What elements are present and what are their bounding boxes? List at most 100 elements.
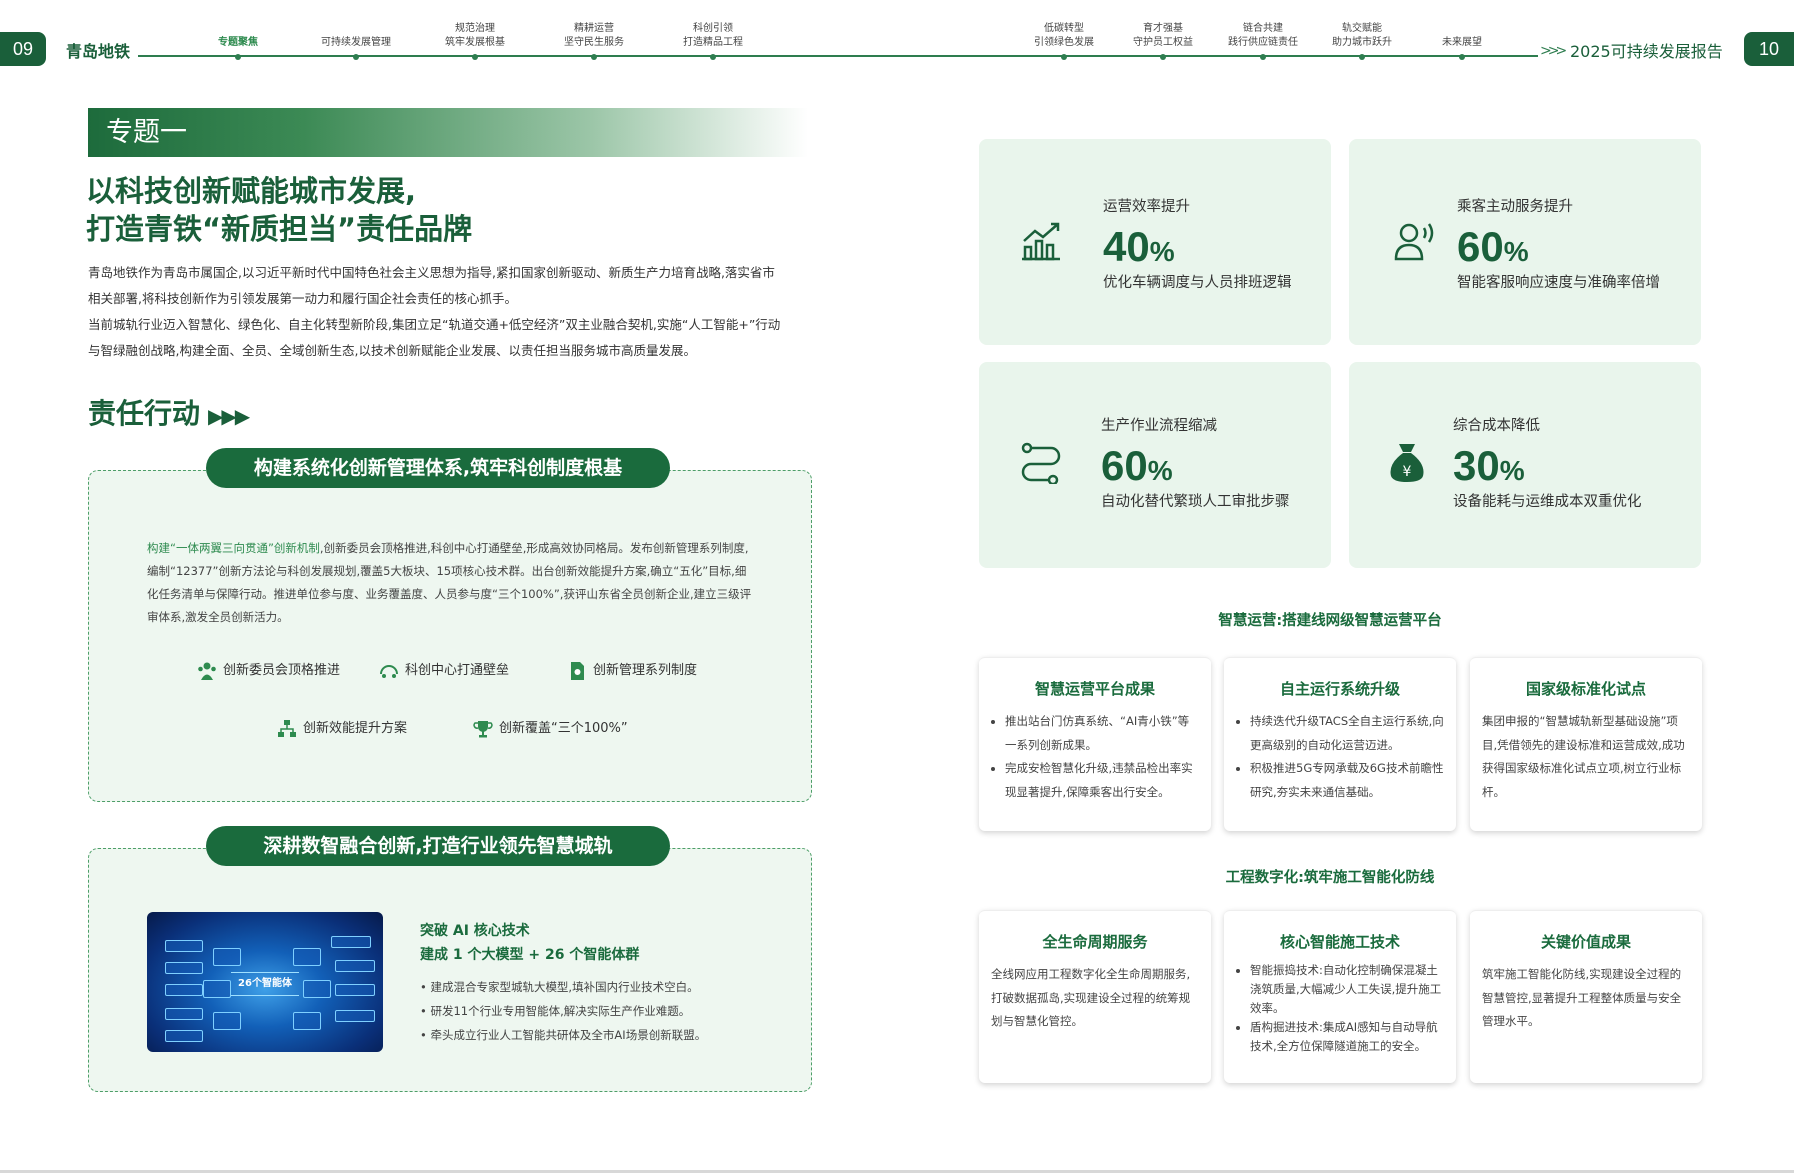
intro-line: 与智绿融创战略,构建全面、全员、全域创新生态,以技术创新赋能企业发展、以责任担当… <box>88 343 696 358</box>
nav-item-line1: 精耕运营 <box>574 23 614 34</box>
image-node <box>331 936 371 948</box>
stat-label: 生产作业流程缩减 <box>1101 418 1217 434</box>
panel1-pill-title: 构建系统化创新管理体系,筑牢科创制度根基 <box>206 448 670 488</box>
stat-unit: % <box>1147 455 1173 486</box>
nav-item-line2: 可持续发展管理 <box>321 37 391 48</box>
nav-item[interactable]: 可持续发展管理 <box>296 22 416 60</box>
brand-right: 2025可持续发展报告 <box>1570 42 1723 61</box>
stat-unit: % <box>1499 455 1525 486</box>
chevron-right-icon: >>> <box>1540 43 1567 59</box>
stat-card-cost: ¥ 综合成本降低 30% 设备能耗与运维成本双重优化 <box>1349 362 1701 568</box>
card-title: 全生命周期服务 <box>1042 933 1148 951</box>
stat-card-service: 乘客主动服务提升 60% 智能客服响应速度与准确率倍增 <box>1349 139 1701 345</box>
feature-label: 创新委员会顶格推进 <box>223 663 341 678</box>
section-heading-action: 责任行动 ▶▶▶ <box>88 392 250 432</box>
brand-left: 青岛地铁 <box>66 42 131 61</box>
card-body: 智能振捣技术:自动化控制确保混凝土浇筑质量,大幅减少人工失误,提升施工效率。 盾… <box>1236 961 1444 1056</box>
stat-number: 60 <box>1101 442 1148 489</box>
card-body: 全线网应用工程数字化全生命周期服务,打破数据孤岛,实现建设全过程的统筹规划与智慧… <box>991 967 1191 1028</box>
feature-label: 创新效能提升方案 <box>303 721 408 736</box>
stat-label: 综合成本降低 <box>1453 418 1540 434</box>
nav-dot <box>472 54 478 60</box>
nav-item[interactable]: 专题聚焦 <box>178 22 298 60</box>
card-item: 积极推进5G专网承载及6G技术前瞻性研究,夯实未来通信基础。 <box>1250 757 1444 804</box>
nav-dot <box>1061 54 1067 60</box>
svg-text:¥: ¥ <box>1403 464 1412 480</box>
stat-value: 40% <box>1103 223 1175 271</box>
triple-arrow-icon: ▶▶▶ <box>208 404 250 428</box>
topic-banner: 专题一 <box>88 108 808 157</box>
nav-item-line1: 规范治理 <box>455 23 495 34</box>
section2-title: 工程数字化:筑牢施工智能化防线 <box>1225 870 1435 886</box>
panel2-pill-title: 深耕数智融合创新,打造行业领先智慧城轨 <box>206 826 670 866</box>
nav-dot <box>710 54 716 60</box>
stat-desc: 智能客服响应速度与准确率倍增 <box>1457 275 1660 291</box>
stat-value: 60% <box>1101 442 1173 490</box>
image-node <box>165 962 203 974</box>
card-smart-construction: 核心智能施工技术 智能振捣技术:自动化控制确保混凝土浇筑质量,大幅减少人工失误,… <box>1224 910 1456 1083</box>
card-title: 核心智能施工技术 <box>1279 933 1400 951</box>
image-node <box>165 1030 203 1042</box>
ai-heading1: 突破 AI 核心技术 <box>420 923 530 939</box>
ai-agents-image: 26个智能体 <box>147 912 383 1052</box>
nav-item[interactable]: 精耕运营 坚守民生服务 <box>534 22 654 60</box>
image-node <box>213 948 241 966</box>
committee-icon <box>198 662 216 680</box>
card-national-pilot: 国家级标准化试点 集团申报的“智慧城轨新型基础设施”项目,凭借领先的建设标准和运… <box>1470 657 1702 831</box>
trophy-icon <box>473 720 493 737</box>
nav-dot <box>1260 54 1266 60</box>
nav-dot <box>1359 54 1365 60</box>
card-smart-ops-results: 智慧运营平台成果 推出站台门仿真系统、“AI青小铁”等一系列创新成果。 完成安检… <box>979 657 1211 831</box>
page-number-right: 10 <box>1744 32 1794 66</box>
ai-heading2: 建成 1 个大模型 + 26 个智能体群 <box>420 947 640 963</box>
feature-label: 科创中心打通壁垒 <box>405 663 510 678</box>
stat-label: 乘客主动服务提升 <box>1457 199 1573 215</box>
page-number-left: 09 <box>0 32 46 66</box>
nav-item-line2: 打造精品工程 <box>683 37 743 48</box>
stat-unit: % <box>1503 236 1529 267</box>
page-title-line1: 以科技创新赋能城市发展, <box>86 174 417 208</box>
nav-item[interactable]: 科创引领打造精品工程 <box>653 22 773 60</box>
intro-paragraph: 青岛地铁作为青岛市属国企,以习近平新时代中国特色社会主义思想为指导,紧扣国家创新… <box>88 260 818 364</box>
card-autonomous-upgrade: 自主运行系统升级 持续迭代升级TACS全自主运行系统,向更高级别的自动化运营迈进… <box>1224 657 1456 831</box>
stat-desc: 设备能耗与运维成本双重优化 <box>1453 494 1642 510</box>
ai-bullet: • 牵头成立行业人工智能共研体及全市AI场景创新联盟。 <box>420 1028 707 1042</box>
image-node <box>203 980 231 998</box>
image-node <box>213 1012 241 1030</box>
card-body: 筑牢施工智能化防线,实现建设全过程的智慧管控,显著提升工程整体质量与安全管理水平… <box>1482 967 1682 1028</box>
growth-chart-icon <box>1022 222 1060 261</box>
nav-item-line1 <box>1402 22 1522 36</box>
feature-document: 创新管理系列制度 <box>567 659 697 681</box>
image-node <box>293 948 321 966</box>
innovation-management-panel: 构建“一体两翼三向贯通”创新机制,创新委员会顶格推进,科创中心打通壁垒,形成高效… <box>88 470 812 802</box>
nav-item[interactable]: 未来展望 <box>1402 22 1522 60</box>
panel1-text-highlight: 构建“一体两翼三向贯通”创新机制 <box>147 541 320 555</box>
voice-service-icon <box>1394 223 1434 261</box>
card-item: 盾构掘进技术:集成AI感知与自动导航技术,全方位保障隧道施工的安全。 <box>1250 1018 1444 1056</box>
card-item: 智能振捣技术:自动化控制确保混凝土浇筑质量,大幅减少人工失误,提升施工效率。 <box>1250 961 1444 1018</box>
ai-bullets: • 建成混合专家型城轨大模型,填补国内行业技术空白。 • 研发11个行业专用智能… <box>420 975 706 1047</box>
card-key-value: 关键价值成果 筑牢施工智能化防线,实现建设全过程的智慧管控,显著提升工程整体质量… <box>1470 910 1702 1083</box>
image-node <box>335 1010 375 1022</box>
feature-tech-center: 科创中心打通壁垒 <box>379 659 509 681</box>
image-node <box>293 1012 321 1030</box>
ai-bullet: • 研发11个行业专用智能体,解决实际生产作业难题。 <box>420 1004 691 1018</box>
intro-line: 青岛地铁作为青岛市属国企,以习近平新时代中国特色社会主义思想为指导,紧扣国家创新… <box>88 265 775 280</box>
ai-bullet: • 建成混合专家型城轨大模型,填补国内行业技术空白。 <box>420 980 699 994</box>
card-item: 完成安检智慧化升级,违禁品检出率实现显著提升,保障乘客出行安全。 <box>1005 757 1199 804</box>
stat-value: 60% <box>1457 223 1529 271</box>
process-flow-icon <box>1021 442 1061 484</box>
image-node <box>165 1008 203 1020</box>
image-node <box>165 984 203 996</box>
nav-item-line1: 科创引领 <box>693 23 733 34</box>
card-title: 智慧运营平台成果 <box>1034 680 1155 698</box>
stat-number: 30 <box>1453 442 1500 489</box>
stat-card-process: 生产作业流程缩减 60% 自动化替代繁琐人工审批步骤 <box>979 362 1331 568</box>
nav-item[interactable]: 规范治理 筑牢发展根基 <box>415 22 535 60</box>
card-title: 自主运行系统升级 <box>1279 680 1400 698</box>
nav-item-line2: 未来展望 <box>1442 37 1482 48</box>
document-icon <box>571 661 584 680</box>
card-body: 推出站台门仿真系统、“AI青小铁”等一系列创新成果。 完成安检智慧化升级,违禁品… <box>991 710 1199 804</box>
nav-dot <box>1160 54 1166 60</box>
nav-item-line1 <box>296 22 416 36</box>
